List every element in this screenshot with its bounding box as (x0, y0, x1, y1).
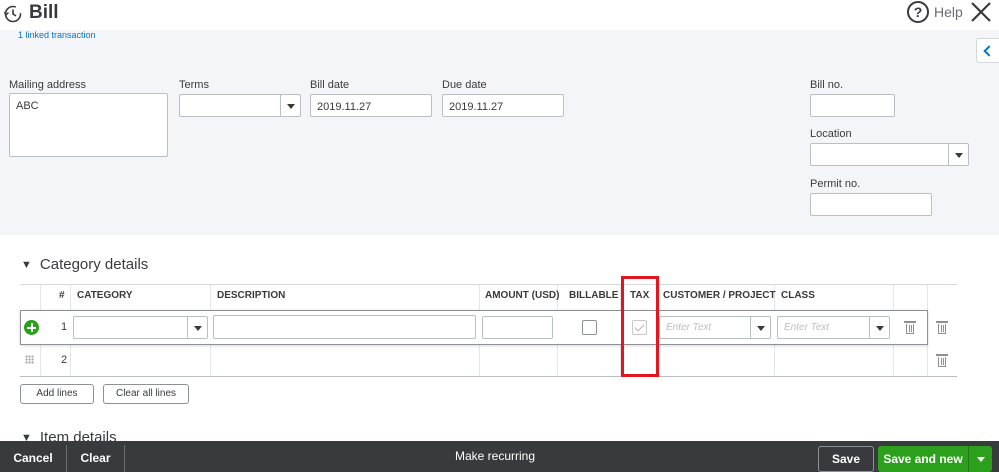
location-label: Location (810, 128, 852, 140)
make-recurring-button[interactable]: Make recurring (420, 441, 570, 472)
billable-checkbox[interactable] (582, 320, 597, 335)
trash-icon[interactable] (904, 321, 916, 334)
column-header-class: CLASS (781, 290, 815, 301)
terms-select[interactable] (179, 94, 301, 117)
header: Bill ? Help (0, 0, 999, 30)
trash-icon[interactable] (936, 354, 948, 367)
save-and-new-button[interactable]: Save and new (878, 446, 992, 472)
category-details-title: Category details (39, 256, 149, 273)
column-header-category: CATEGORY (77, 290, 133, 301)
save-and-new-label: Save and new (883, 452, 963, 466)
footer-bar: Cancel Clear Make recurring Save Save an… (0, 441, 999, 472)
terms-label: Terms (179, 79, 209, 91)
drag-handle-icon[interactable] (25, 355, 34, 364)
customer-project-placeholder: Enter Text (666, 322, 712, 333)
column-header-description: DESCRIPTION (217, 290, 286, 301)
customer-project-select[interactable]: Enter Text (659, 316, 771, 339)
bill-header-form: 1 linked transaction Mailing address ABC… (0, 30, 999, 235)
column-header-amount: AMOUNT (USD) (485, 290, 560, 301)
chevron-down-icon[interactable] (187, 317, 207, 338)
class-placeholder: Enter Text (784, 322, 830, 333)
chevron-down-icon[interactable] (968, 446, 992, 472)
help-icon[interactable]: ? (907, 1, 929, 23)
bill-date-field[interactable]: 2019.11.27 (310, 94, 432, 117)
permit-no-field[interactable] (810, 193, 932, 216)
amount-field[interactable] (482, 316, 553, 339)
column-header-billable: BILLABLE (569, 290, 619, 301)
category-select[interactable] (73, 316, 208, 339)
trash-icon[interactable] (936, 321, 948, 334)
permit-no-label: Permit no. (810, 178, 861, 190)
chevron-down-icon[interactable] (948, 144, 968, 165)
category-details-toggle[interactable]: ▼ Category details (21, 256, 148, 273)
add-line-icon[interactable] (24, 320, 39, 335)
mailing-address-label: Mailing address (9, 79, 87, 91)
footer-divider (124, 445, 125, 472)
row-number: 2 (61, 354, 68, 366)
chevron-down-icon[interactable] (750, 317, 770, 338)
chevron-down-icon[interactable] (280, 95, 300, 116)
table-top-border (20, 284, 957, 285)
linked-transaction-link[interactable]: 1 linked transaction (18, 30, 96, 38)
mailing-address-field[interactable]: ABC (9, 93, 168, 157)
chevron-down-icon[interactable] (869, 317, 889, 338)
close-icon[interactable] (969, 0, 993, 24)
table-bottom-border (20, 376, 957, 377)
tax-column-highlight (621, 276, 659, 377)
history-icon[interactable] (3, 4, 23, 24)
save-button[interactable]: Save (818, 446, 874, 472)
bill-no-field[interactable] (810, 94, 895, 117)
column-header-number: # (59, 290, 65, 301)
bill-date-label: Bill date (310, 79, 350, 91)
due-date-field[interactable]: 2019.11.27 (442, 94, 564, 117)
row-number: 1 (61, 321, 68, 333)
clear-button[interactable]: Clear (67, 445, 124, 472)
bill-no-label: Bill no. (810, 79, 844, 91)
clear-all-lines-button[interactable]: Clear all lines (103, 384, 189, 404)
due-date-label: Due date (442, 79, 487, 91)
column-header-customer-project: CUSTOMER / PROJECT (663, 290, 776, 301)
location-select[interactable] (810, 143, 969, 166)
collapse-panel-icon[interactable] (976, 38, 999, 63)
add-lines-button[interactable]: Add lines (20, 384, 94, 404)
caret-down-icon: ▼ (21, 259, 32, 271)
class-select[interactable]: Enter Text (777, 316, 890, 339)
description-field[interactable] (213, 315, 476, 339)
cancel-button[interactable]: Cancel (0, 445, 66, 472)
page-title: Bill (29, 2, 59, 23)
help-link[interactable]: Help (934, 4, 963, 20)
